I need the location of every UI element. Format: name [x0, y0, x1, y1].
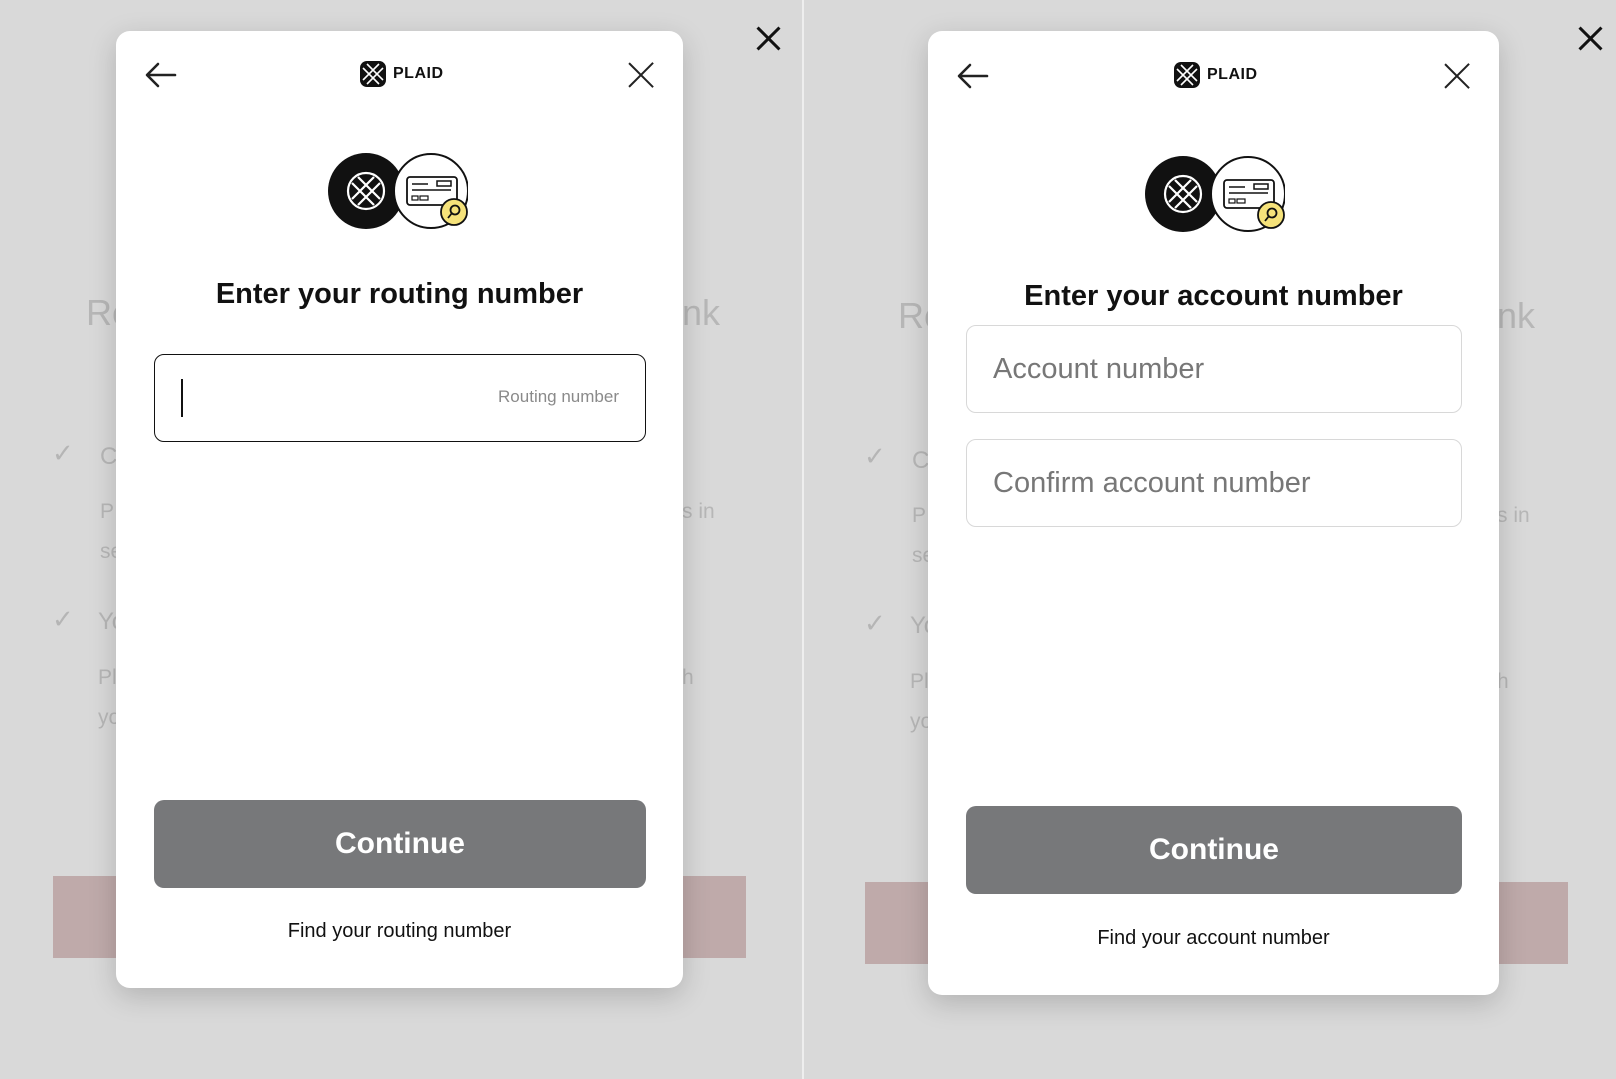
bg-title-end: nk [682, 292, 721, 333]
plaid-logo: PLAID [1171, 59, 1258, 91]
text-caret [181, 379, 183, 417]
magnifier-icon [1257, 201, 1285, 229]
bg-item-body: Pl [98, 666, 117, 689]
plaid-wordmark: PLAID [393, 65, 444, 82]
close-button[interactable] [627, 61, 655, 89]
back-arrow-icon [145, 62, 177, 88]
back-button[interactable] [144, 61, 178, 89]
plaid-logo: PLAID [357, 58, 444, 90]
bg-title-end: nk [1497, 295, 1536, 336]
close-icon[interactable] [755, 25, 781, 51]
page-title: Enter your account number [1024, 280, 1403, 312]
plaid-logo-icon [360, 61, 386, 87]
find-account-number-link[interactable]: Find your account number [928, 927, 1499, 950]
bg-item-body: P [100, 500, 115, 523]
bg-item-heading: C [100, 443, 118, 470]
plaid-wordmark: PLAID [1207, 66, 1258, 83]
bank-check-illustration [1145, 156, 1285, 232]
check-icon: ✓ [52, 604, 74, 634]
routing-number-placeholder: Routing number [498, 387, 619, 406]
plaid-modal: PLAID Enter your account number Account … [928, 31, 1499, 995]
bg-item-body: P [912, 504, 927, 527]
back-button[interactable] [956, 62, 990, 90]
close-icon[interactable] [1577, 25, 1603, 51]
account-number-input[interactable] [967, 326, 1461, 412]
bg-item-body-end: s in [1497, 504, 1530, 527]
right-screen: Re nk ✓ C P s in se ✓ Yo Pl h yo PLAID E… [804, 0, 1616, 1079]
find-routing-number-link[interactable]: Find your routing number [116, 920, 683, 943]
account-number-field[interactable] [966, 325, 1462, 413]
confirm-account-number-field[interactable] [966, 439, 1462, 527]
bg-item-body-end: h [682, 666, 694, 689]
back-arrow-icon [957, 63, 989, 89]
bank-check-illustration [328, 153, 468, 229]
page-title: Enter your routing number [215, 278, 584, 310]
bg-item-heading: C [912, 447, 930, 474]
bg-item-body-end: s in [682, 500, 715, 523]
continue-button[interactable]: Continue [154, 800, 646, 888]
check-icon: ✓ [864, 608, 886, 638]
close-button[interactable] [1443, 62, 1471, 90]
bg-item-body: Pl [910, 670, 929, 693]
confirm-account-number-input[interactable] [967, 440, 1461, 526]
routing-number-field[interactable]: Routing number [154, 354, 646, 442]
plaid-logo-icon [1174, 62, 1200, 88]
plaid-modal: PLAID Enter your routing number Routing … [116, 31, 683, 988]
continue-button[interactable]: Continue [966, 806, 1462, 894]
left-screen: Re nk ✓ C P s in se ✓ Yo Pl h yo PLAID E… [0, 0, 802, 1079]
check-icon: ✓ [864, 441, 886, 471]
magnifier-icon [440, 198, 468, 226]
check-icon: ✓ [52, 438, 74, 468]
